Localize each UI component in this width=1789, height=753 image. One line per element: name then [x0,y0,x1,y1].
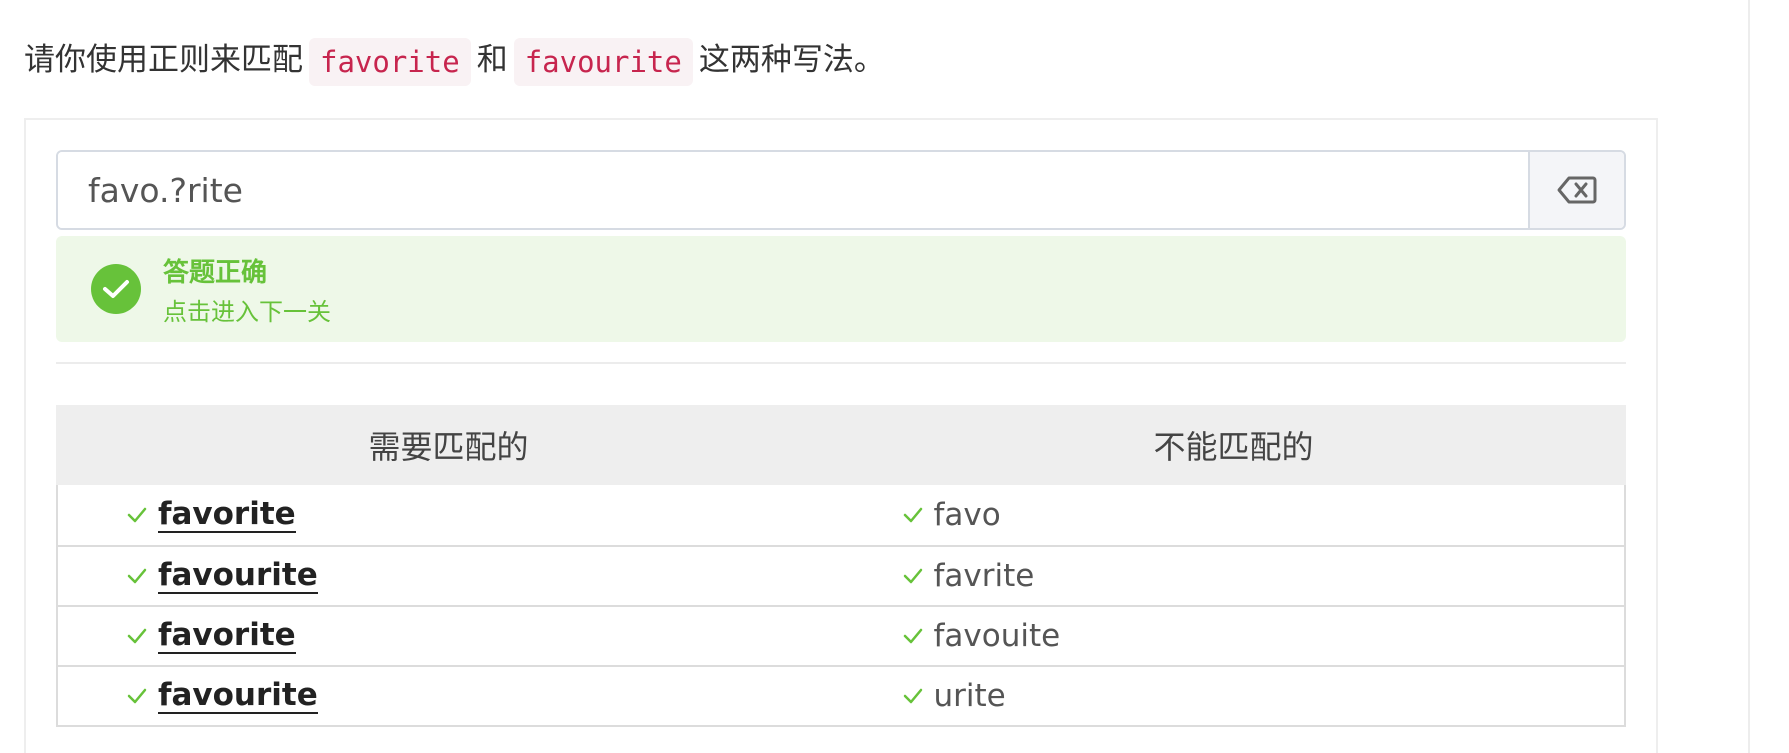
question-prompt: 请你使用正则来匹配 favorite 和 favourite 这两种写法。 [24,34,885,86]
match-cell: favourite [58,667,849,725]
nomatch-item: urite [933,678,1006,714]
regex-input[interactable] [58,152,1528,228]
check-icon [902,565,924,587]
code-favourite: favourite [513,37,693,86]
check-icon [902,625,924,647]
code-favorite: favorite [309,37,471,86]
table-body: favorite favo favourite favrite favorite… [58,485,1624,725]
match-cell: favorite [58,607,849,665]
backspace-icon [1557,176,1597,204]
check-icon [126,685,148,707]
table-row: favorite favouite [58,605,1624,665]
nomatch-cell: urite [849,667,1625,725]
table-row: favourite favrite [58,545,1624,605]
result-panel: 答题正确 点击进入下一关 [56,236,1626,342]
clear-button[interactable] [1528,152,1624,228]
table-row: favorite favo [58,485,1624,545]
check-icon [902,504,924,526]
check-icon [126,504,148,526]
header-should-not-match: 不能匹配的 [1153,428,1314,466]
page: 请你使用正则来匹配favorite和favourite这两种写法。 答题正确 点… [0,0,1789,753]
match-item: favorite [158,496,296,533]
nomatch-item: favo [933,497,1001,533]
match-cell: favorite [58,485,849,545]
table-header: 需要匹配的 不能匹配的 [56,405,1626,485]
check-icon [902,685,924,707]
match-item: favourite [158,677,318,714]
nomatch-cell: favouite [849,607,1625,665]
table-row: favourite urite [58,665,1624,725]
check-icon [126,565,148,587]
page-right-border [1748,0,1750,753]
next-level-link[interactable]: 点击进入下一关 [163,292,331,327]
exercise-card: 答题正确 点击进入下一关 需要匹配的 不能匹配的 favorite favo [24,118,1658,753]
nomatch-cell: favrite [849,547,1625,605]
match-item: favorite [158,617,296,654]
result-title: 答题正确 [163,258,268,288]
nomatch-item: favrite [933,558,1035,594]
prompt-connector: 和 [476,42,508,78]
test-case-table: 需要匹配的 不能匹配的 favorite favo favourite favr… [56,405,1626,727]
header-should-match: 需要匹配的 [368,428,529,466]
match-cell: favourite [58,547,849,605]
check-icon [126,625,148,647]
prompt-text-before: 请你使用正则来匹配 [24,42,303,78]
prompt-text-after: 这两种写法。 [698,42,885,78]
match-item: favourite [158,557,318,594]
nomatch-item: favouite [933,618,1061,654]
check-circle-icon [91,264,141,314]
regex-input-group [56,150,1626,230]
divider [56,362,1626,364]
nomatch-cell: favo [849,485,1625,545]
